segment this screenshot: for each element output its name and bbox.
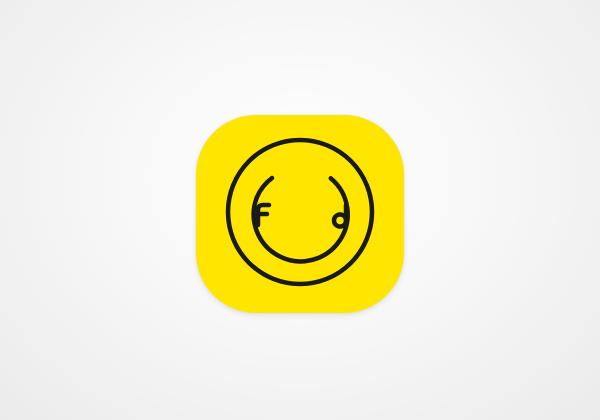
page: { "app_icon": { "name": "foodie-app-icon… — [0, 0, 600, 420]
foodie-logo-icon — [196, 115, 404, 313]
foodie-app-icon[interactable] — [196, 115, 404, 313]
